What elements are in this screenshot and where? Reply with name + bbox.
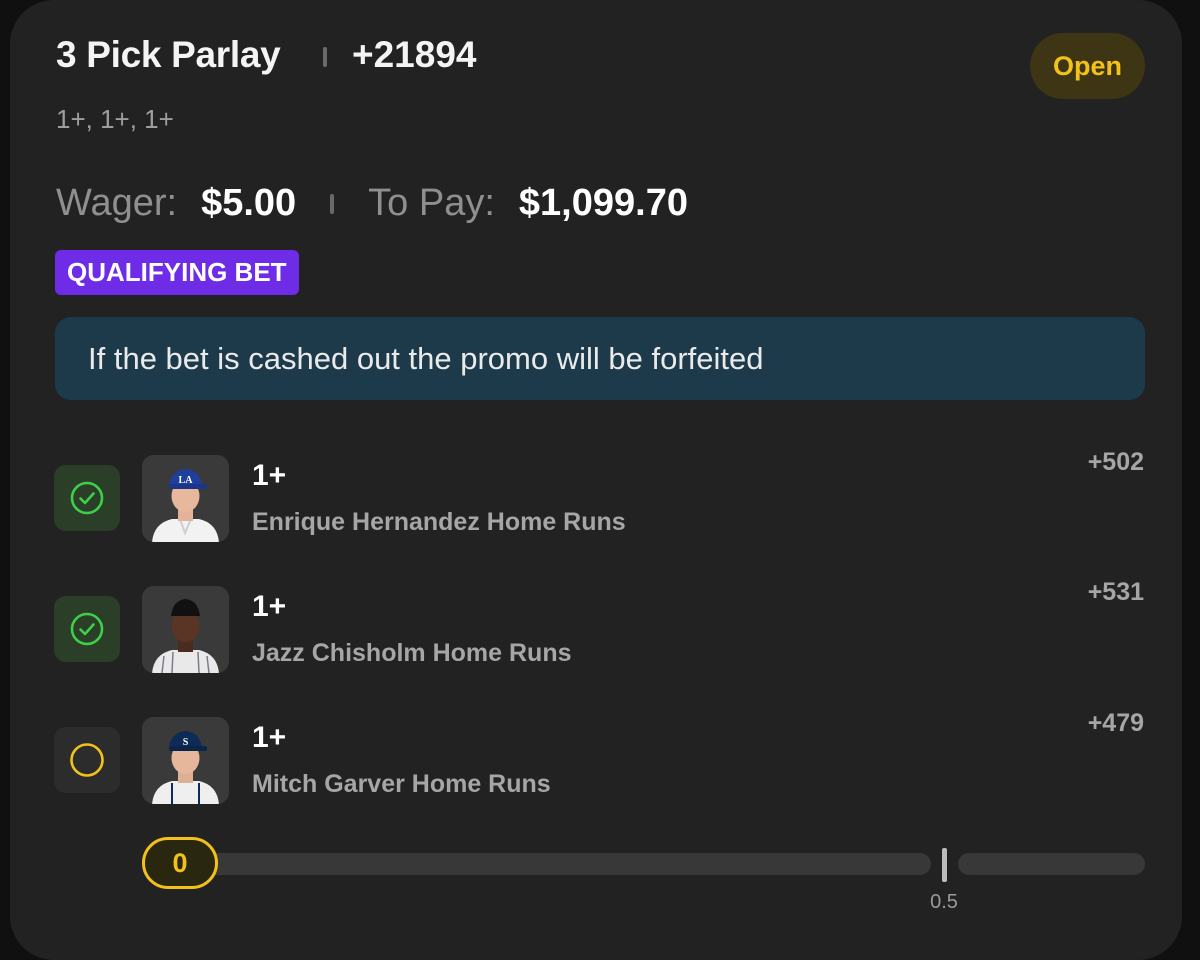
leg-market: Mitch Garver Home Runs [252, 770, 551, 798]
player-avatar: LA [142, 455, 229, 542]
to-pay-label: To Pay: [368, 182, 495, 224]
promo-notice: If the bet is cashed out the promo will … [55, 317, 1145, 400]
leg-status-open [54, 727, 120, 793]
leg-odds: +479 [1087, 709, 1144, 737]
leg-line: 1+ [252, 721, 287, 754]
qualifying-bet-badge: QUALIFYING BET [55, 250, 299, 295]
title-divider [323, 47, 327, 67]
svg-text:S: S [183, 737, 189, 748]
wager-row: Wager: $5.00 To Pay: $1,099.70 [56, 182, 688, 225]
threshold-label: 0.5 [930, 891, 958, 913]
threshold-marker [942, 848, 947, 882]
leg-odds: +502 [1087, 448, 1144, 476]
progress-counter: 0 [142, 837, 218, 889]
to-pay-value: $1,099.70 [518, 182, 688, 224]
bet-title: 3 Pick Parlay [56, 34, 281, 75]
wager-label: Wager: [56, 182, 178, 224]
promo-notice-text: If the bet is cashed out the promo will … [88, 340, 764, 376]
leg-odds: +531 [1087, 578, 1144, 606]
leg-line: 1+ [252, 459, 287, 492]
empty-circle-icon [70, 743, 104, 777]
progress-track [205, 853, 931, 875]
leg-status-won [54, 596, 120, 662]
check-circle-icon [70, 481, 104, 515]
status-badge: Open [1030, 33, 1145, 99]
check-circle-icon [70, 612, 104, 646]
parlay-odds: +21894 [352, 34, 477, 75]
legs-summary: 1+, 1+, 1+ [56, 104, 174, 134]
progress-track-remainder [958, 853, 1145, 875]
svg-text:LA: LA [179, 475, 194, 486]
wager-value: $5.00 [201, 182, 297, 224]
leg-market: Jazz Chisholm Home Runs [252, 639, 572, 667]
wager-divider [330, 193, 335, 214]
player-avatar: S [142, 717, 229, 804]
player-avatar [142, 586, 229, 673]
leg-status-won [54, 465, 120, 531]
leg-market: Enrique Hernandez Home Runs [252, 508, 626, 536]
leg-line: 1+ [252, 590, 287, 623]
